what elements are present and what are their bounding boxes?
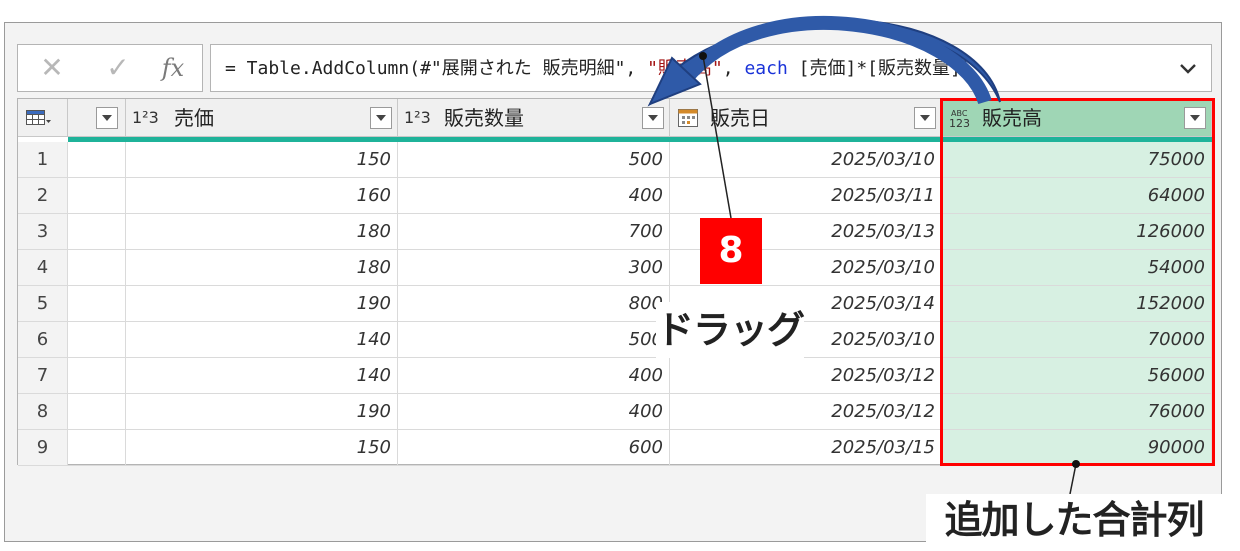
cell-price[interactable]: 180 — [126, 214, 398, 250]
cell-sales[interactable]: 54000 — [942, 250, 1212, 286]
cell-price[interactable]: 180 — [126, 250, 398, 286]
header-label-date: 販売日 — [710, 106, 770, 130]
cell-sales[interactable]: 75000 — [942, 142, 1212, 178]
chevron-down-icon[interactable] — [370, 107, 392, 129]
header-label-price: 売価 — [174, 106, 214, 130]
fx-icon[interactable]: fx — [156, 51, 190, 85]
cell-date[interactable]: 2025/03/12 — [670, 358, 942, 394]
commit-icon[interactable]: ✓ — [98, 51, 138, 85]
header-label-quantity: 販売数量 — [444, 106, 524, 130]
formula-column-name: "販売高" — [647, 58, 723, 79]
cell-date[interactable]: 2025/03/10 — [670, 142, 942, 178]
cell-sales[interactable]: 126000 — [942, 214, 1212, 250]
calendar-icon[interactable] — [678, 109, 698, 127]
chevron-down-icon[interactable] — [642, 107, 664, 129]
cell-price[interactable]: 150 — [126, 142, 398, 178]
cell-sales[interactable]: 90000 — [942, 430, 1212, 466]
cell-sales[interactable]: 70000 — [942, 322, 1212, 358]
row-number[interactable]: 6 — [18, 322, 68, 358]
chevron-down-icon[interactable] — [1184, 107, 1206, 129]
cell-date[interactable]: 2025/03/12 — [670, 394, 942, 430]
cell-quantity[interactable]: 400 — [398, 394, 670, 430]
drag-label: ドラッグ — [656, 302, 805, 358]
cell-quantity[interactable]: 600 — [398, 430, 670, 466]
chevron-down-icon[interactable] — [914, 107, 936, 129]
header-blank-column[interactable] — [68, 99, 126, 137]
cell-sales[interactable]: 152000 — [942, 286, 1212, 322]
formula-input[interactable]: = Table.AddColumn(#"展開された 販売明細", "販売高", … — [210, 44, 1212, 92]
type-number-icon[interactable]: 1²3 — [132, 107, 159, 129]
cell-price[interactable]: 140 — [126, 358, 398, 394]
cell-quantity[interactable]: 800 — [398, 286, 670, 322]
cell-quantity[interactable]: 500 — [398, 322, 670, 358]
formula-prefix: = Table.AddColumn(#"展開された 販売明細", — [225, 58, 648, 79]
cell-price[interactable]: 150 — [126, 430, 398, 466]
cell-quantity[interactable]: 700 — [398, 214, 670, 250]
cell-blank[interactable] — [68, 250, 126, 286]
type-number-icon[interactable]: 1²3 — [404, 107, 431, 129]
row-number[interactable]: 1 — [18, 142, 68, 178]
row-number[interactable]: 3 — [18, 214, 68, 250]
header-sales[interactable]: ABC 123 販売高 — [942, 99, 1212, 137]
cell-sales[interactable]: 56000 — [942, 358, 1212, 394]
row-number[interactable]: 4 — [18, 250, 68, 286]
cell-blank[interactable] — [68, 394, 126, 430]
cancel-icon[interactable]: ✕ — [32, 51, 72, 85]
data-grid: 1²3 売価 1²3 販売数量 販売日 ABC 123 販売高 1 150 500 2… — [17, 98, 1213, 466]
step-number-badge: 8 — [700, 218, 762, 284]
header-price[interactable]: 1²3 売価 — [126, 99, 398, 137]
cell-date[interactable]: 2025/03/11 — [670, 178, 942, 214]
formula-keyword: each — [744, 58, 788, 79]
table-menu-button[interactable] — [18, 99, 68, 137]
cell-sales[interactable]: 76000 — [942, 394, 1212, 430]
row-number[interactable]: 2 — [18, 178, 68, 214]
svg-text:123: 123 — [949, 117, 970, 129]
row-number[interactable]: 5 — [18, 286, 68, 322]
cell-price[interactable]: 140 — [126, 322, 398, 358]
cell-price[interactable]: 160 — [126, 178, 398, 214]
row-number[interactable]: 8 — [18, 394, 68, 430]
formula-separator: , — [722, 58, 745, 79]
formula-bar-commands: ✕ ✓ fx — [17, 44, 203, 92]
cell-blank[interactable] — [68, 430, 126, 466]
chevron-down-icon[interactable] — [96, 107, 118, 129]
type-any-icon[interactable]: ABC 123 — [948, 107, 974, 129]
header-label-sales: 販売高 — [982, 106, 1042, 130]
table-icon — [26, 110, 51, 125]
cell-blank[interactable] — [68, 178, 126, 214]
cell-quantity[interactable]: 500 — [398, 142, 670, 178]
chevron-down-icon[interactable] — [1177, 57, 1199, 79]
row-number[interactable]: 9 — [18, 430, 68, 466]
cell-sales[interactable]: 64000 — [942, 178, 1212, 214]
cell-quantity[interactable]: 400 — [398, 178, 670, 214]
cell-price[interactable]: 190 — [126, 286, 398, 322]
cell-blank[interactable] — [68, 214, 126, 250]
added-column-label: 追加した合計列 — [926, 494, 1222, 546]
formula-text[interactable]: = Table.AddColumn(#"展開された 販売明細", "販売高", … — [225, 55, 972, 83]
row-number[interactable]: 7 — [18, 358, 68, 394]
cell-price[interactable]: 190 — [126, 394, 398, 430]
cell-blank[interactable] — [68, 142, 126, 178]
header-date[interactable]: 販売日 — [670, 99, 942, 137]
cell-quantity[interactable]: 300 — [398, 250, 670, 286]
cell-blank[interactable] — [68, 322, 126, 358]
cell-date[interactable]: 2025/03/15 — [670, 430, 942, 466]
cell-blank[interactable] — [68, 286, 126, 322]
cell-quantity[interactable]: 400 — [398, 358, 670, 394]
cell-blank[interactable] — [68, 358, 126, 394]
formula-expression: [売価]*[販売数量]) — [787, 58, 972, 79]
header-quantity[interactable]: 1²3 販売数量 — [398, 99, 670, 137]
